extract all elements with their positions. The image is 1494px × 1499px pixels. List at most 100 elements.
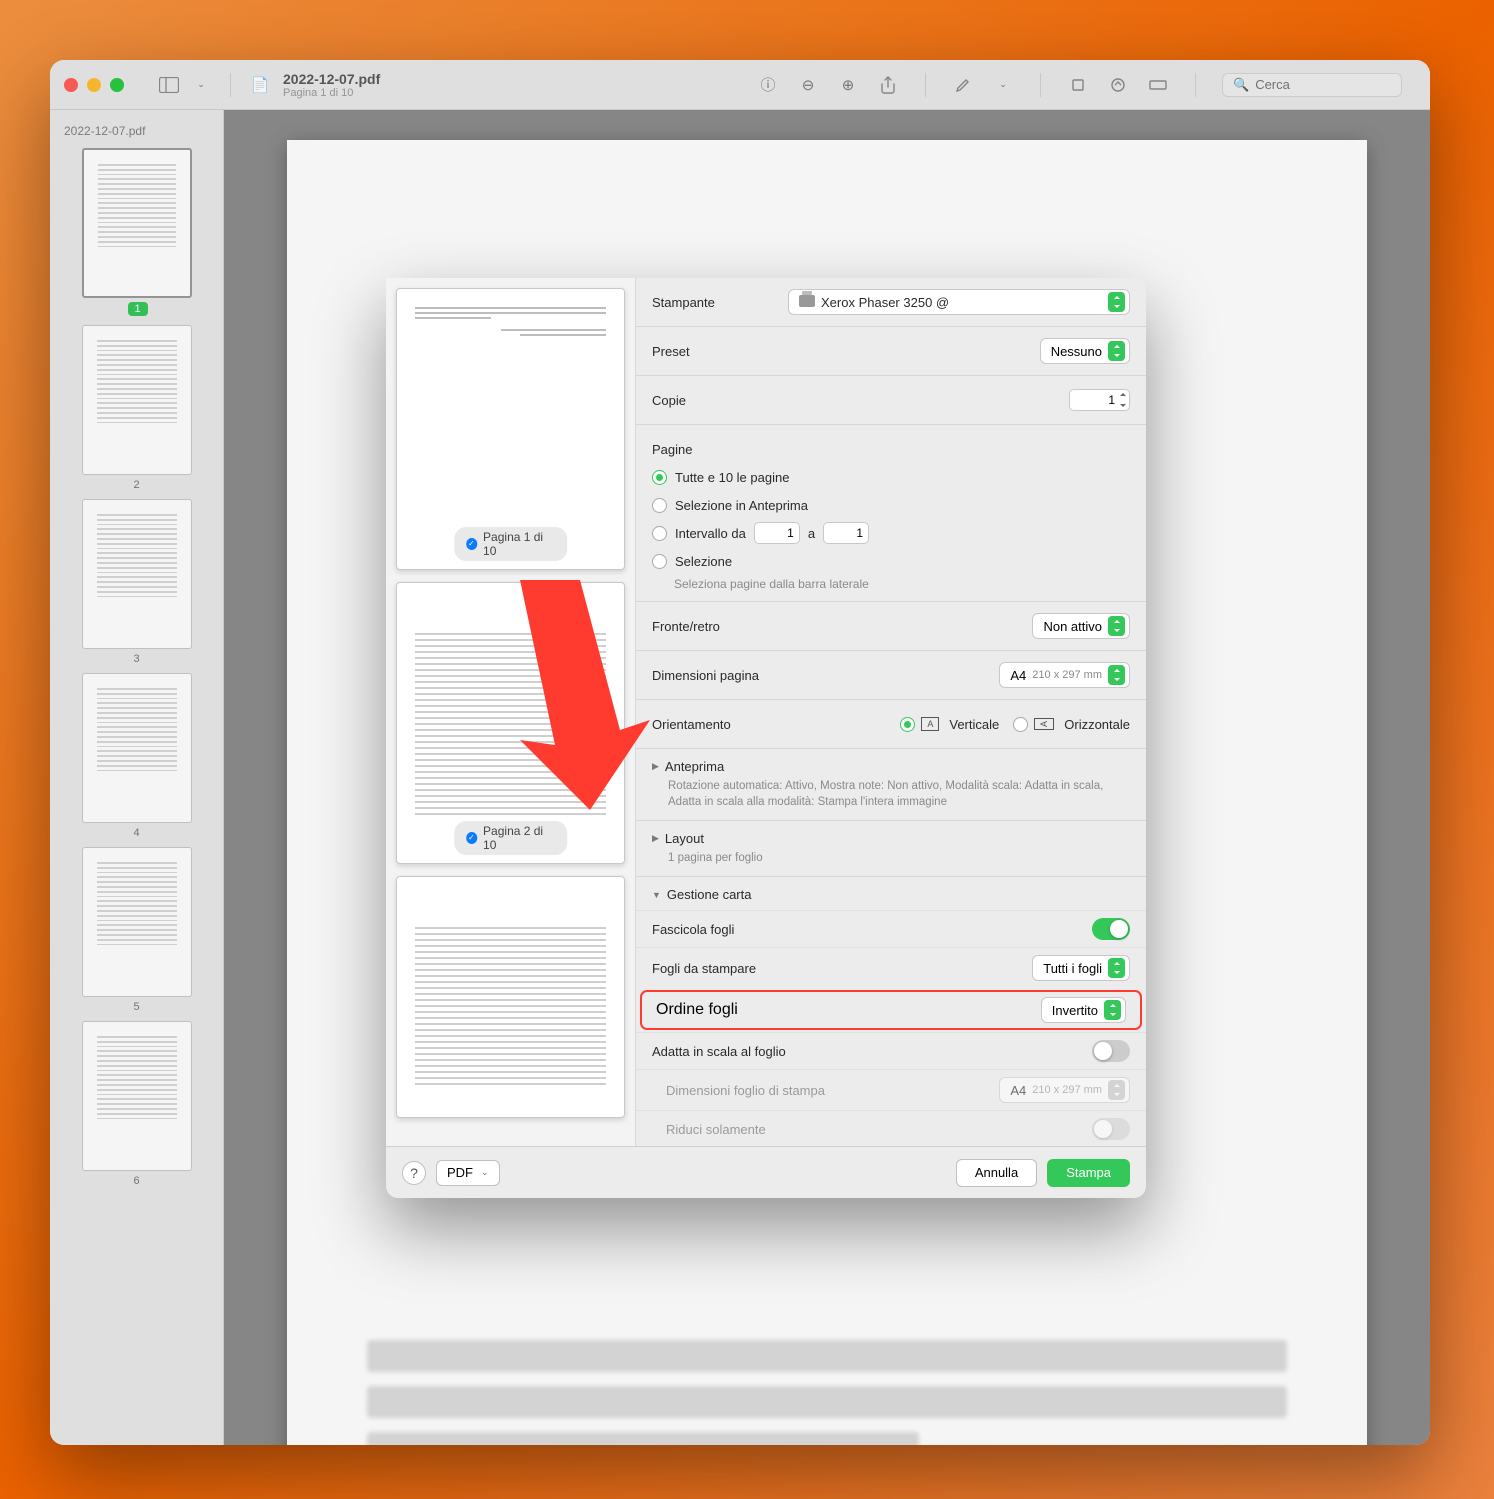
chevron-down-icon: ▼ xyxy=(652,890,661,900)
search-input[interactable] xyxy=(1255,77,1391,92)
chevron-right-icon: ▶ xyxy=(652,833,659,844)
page-indicator: Pagina 1 di 10 xyxy=(283,87,380,99)
print-sheet-size-select: A4 210 x 297 mm xyxy=(999,1077,1130,1103)
sidebar-doc-title: 2022-12-07.pdf xyxy=(50,120,223,148)
share-icon[interactable] xyxy=(877,74,899,96)
preset-select[interactable]: Nessuno xyxy=(1040,338,1130,364)
sheets-to-print-select[interactable]: Tutti i fogli xyxy=(1032,955,1130,981)
pages-selection-hint: Seleziona pagine dalla barra laterale xyxy=(674,577,1130,591)
sidebar-toggle-icon[interactable] xyxy=(158,74,180,96)
check-icon xyxy=(466,538,477,550)
print-sheet-size-label: Dimensioni foglio di stampa xyxy=(652,1083,825,1098)
pages-preview-selection-label: Selezione in Anteprima xyxy=(675,498,808,513)
chevron-right-icon: ▶ xyxy=(652,761,659,772)
thumbnail-number: 5 xyxy=(82,1001,192,1013)
chevron-down-icon: ⌄ xyxy=(481,1167,489,1178)
dropdown-arrows-icon xyxy=(1108,665,1125,685)
markup-icon[interactable] xyxy=(1107,74,1129,96)
collate-label: Fascicola fogli xyxy=(652,922,734,937)
sidebar-thumbnail[interactable]: 5 xyxy=(82,847,192,1013)
anteprima-disclosure[interactable]: ▶ Anteprima xyxy=(652,759,1130,774)
zoom-in-icon[interactable]: ⊕ xyxy=(837,74,859,96)
copies-label: Copie xyxy=(652,393,780,408)
landscape-icon xyxy=(1034,718,1054,730)
thumbnails-sidebar: 2022-12-07.pdf 12 3 4 5 6 xyxy=(50,110,224,1445)
check-icon xyxy=(466,832,477,844)
pages-range-label: Intervallo da xyxy=(675,526,746,541)
rotate-icon[interactable] xyxy=(1067,74,1089,96)
duplex-label: Fronte/retro xyxy=(652,619,780,634)
page-size-select[interactable]: A4 210 x 297 mm xyxy=(999,662,1130,688)
printer-icon xyxy=(799,295,815,307)
scale-to-fit-toggle[interactable] xyxy=(1092,1040,1130,1062)
range-to-input[interactable] xyxy=(823,522,869,544)
pages-preview-selection-radio[interactable] xyxy=(652,498,667,513)
collate-toggle[interactable] xyxy=(1092,918,1130,940)
help-button[interactable]: ? xyxy=(402,1161,426,1185)
close-window-button[interactable] xyxy=(64,78,78,92)
sidebar-thumbnail[interactable]: 4 xyxy=(82,673,192,839)
paper-handling-disclosure[interactable]: ▼ Gestione carta xyxy=(636,887,1146,910)
pdf-dropdown-button[interactable]: PDF ⌄ xyxy=(436,1160,500,1186)
orientation-portrait-radio[interactable] xyxy=(900,717,915,732)
pages-range-radio[interactable] xyxy=(652,526,667,541)
anteprima-summary: Rotazione automatica: Attivo, Mostra not… xyxy=(668,778,1130,810)
info-icon[interactable]: ⓘ xyxy=(757,74,779,96)
layout-summary: 1 pagina per foglio xyxy=(668,850,1130,866)
pages-label: Pagine xyxy=(652,442,780,457)
zoom-out-icon[interactable]: ⊖ xyxy=(797,74,819,96)
page-order-select[interactable]: Invertito xyxy=(1041,997,1126,1023)
pages-selection-label: Selezione xyxy=(675,554,732,569)
page-order-label: Ordine fogli xyxy=(656,1001,738,1019)
sheets-to-print-label: Fogli da stampare xyxy=(652,961,756,976)
reduce-only-label: Riduci solamente xyxy=(652,1122,766,1137)
search-icon: 🔍 xyxy=(1233,77,1249,93)
sidebar-dropdown-icon[interactable]: ⌄ xyxy=(190,74,212,96)
printer-label: Stampante xyxy=(652,295,780,310)
range-from-input[interactable] xyxy=(754,522,800,544)
print-preview-page-2[interactable]: Pagina 2 di 10 xyxy=(396,582,625,864)
portrait-icon xyxy=(921,717,939,731)
highlight-icon[interactable] xyxy=(952,74,974,96)
print-preview-pane: Pagina 1 di 10 Pagina 2 di 10 xyxy=(386,278,636,1146)
dropdown-arrows-icon xyxy=(1108,341,1125,361)
window-controls xyxy=(64,78,124,92)
sidebar-thumbnail[interactable]: 1 xyxy=(82,148,192,317)
pages-selection-radio[interactable] xyxy=(652,554,667,569)
print-preview-page-1[interactable]: Pagina 1 di 10 xyxy=(396,288,625,570)
sidebar-thumbnail[interactable]: 6 xyxy=(82,1021,192,1187)
cancel-button[interactable]: Annulla xyxy=(956,1159,1037,1187)
crop-icon[interactable] xyxy=(1147,74,1169,96)
sidebar-thumbnail[interactable]: 3 xyxy=(82,499,192,665)
orientation-label: Orientamento xyxy=(652,717,780,732)
dropdown-arrows-icon xyxy=(1104,1000,1121,1020)
thumbnail-number: 4 xyxy=(82,827,192,839)
dialog-footer: ? PDF ⌄ Annulla Stampa xyxy=(386,1146,1146,1198)
pages-range-to-label: a xyxy=(808,526,815,541)
printer-select[interactable]: Xerox Phaser 3250 @ xyxy=(788,289,1130,315)
scale-to-fit-label: Adatta in scala al foglio xyxy=(652,1044,786,1059)
duplex-select[interactable]: Non attivo xyxy=(1032,613,1130,639)
minimize-window-button[interactable] xyxy=(87,78,101,92)
thumbnail-number: 3 xyxy=(82,653,192,665)
copies-stepper[interactable] xyxy=(1116,389,1130,411)
document-icon: 📄 xyxy=(249,74,271,96)
pages-all-radio[interactable] xyxy=(652,470,667,485)
sidebar-thumbnail[interactable]: 2 xyxy=(82,325,192,491)
preview-page-label: Pagina 1 di 10 xyxy=(483,530,555,558)
reduce-only-toggle xyxy=(1092,1118,1130,1140)
orientation-landscape-label: Orizzontale xyxy=(1064,717,1130,732)
layout-disclosure[interactable]: ▶ Layout xyxy=(652,831,1130,846)
thumbnail-number: 6 xyxy=(82,1175,192,1187)
search-field[interactable]: 🔍 xyxy=(1222,73,1402,97)
copies-input[interactable] xyxy=(1069,389,1121,411)
print-button[interactable]: Stampa xyxy=(1047,1159,1130,1187)
dropdown-arrows-icon xyxy=(1108,1080,1125,1100)
maximize-window-button[interactable] xyxy=(110,78,124,92)
orientation-landscape-radio[interactable] xyxy=(1013,717,1028,732)
highlight-dropdown-icon[interactable]: ⌄ xyxy=(992,74,1014,96)
document-filename: 2022-12-07.pdf xyxy=(283,71,380,87)
preset-label: Preset xyxy=(652,344,780,359)
print-preview-page-3[interactable] xyxy=(396,876,625,1118)
page-size-label: Dimensioni pagina xyxy=(652,668,780,683)
